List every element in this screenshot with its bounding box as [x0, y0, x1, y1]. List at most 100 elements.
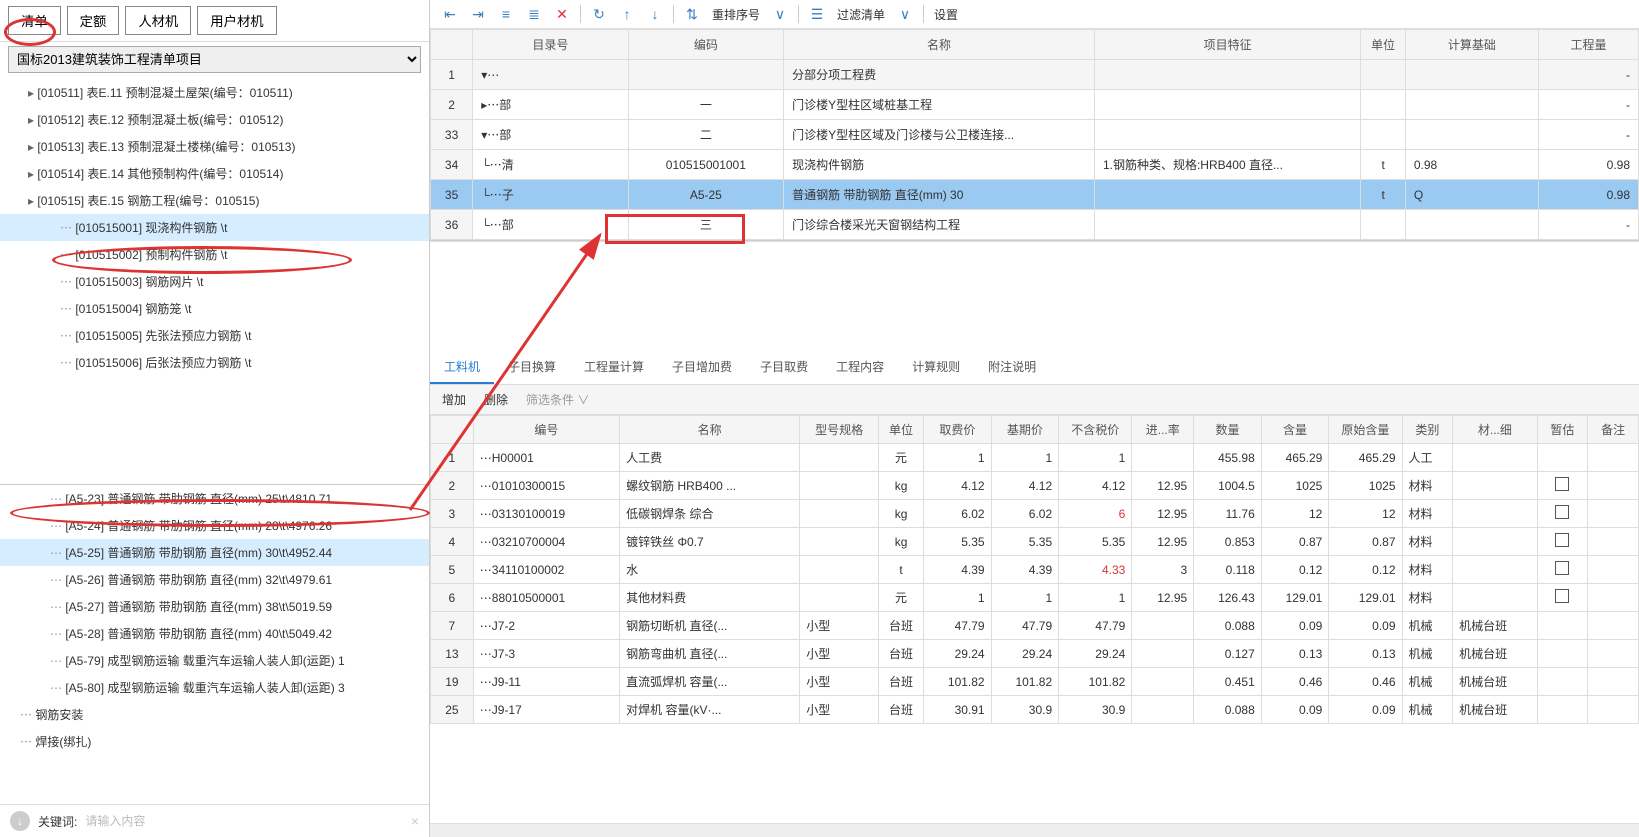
table-row[interactable]: 2▸⋯部一门诊楼Y型柱区域桩基工程- [431, 90, 1639, 120]
sub-tab[interactable]: 子目取费 [746, 351, 822, 384]
refresh-icon[interactable]: ↻ [589, 4, 609, 24]
table-row[interactable]: 25⋯J9-17对焊机 容量(kV·...小型台班30.9130.930.90.… [431, 696, 1639, 724]
tree-item[interactable]: [A5-25] 普通钢筋 带肋钢筋 直径(mm) 30\t\4952.44 [0, 539, 429, 566]
tree-item[interactable]: [010515006] 后张法预应力钢筋 \t [0, 349, 429, 376]
table-row[interactable]: 3⋯03130100019低碳钢焊条 综合kg6.026.02612.9511.… [431, 500, 1639, 528]
standard-select[interactable]: 国标2013建筑装饰工程清单项目 [8, 46, 421, 73]
outdent-icon[interactable]: ≡ [496, 4, 516, 24]
checkbox-cell[interactable] [1537, 556, 1588, 584]
filter-button[interactable]: 过滤清单 [835, 6, 887, 23]
delete-button[interactable]: 删除 [484, 391, 508, 408]
tree-item[interactable]: [A5-24] 普通钢筋 带肋钢筋 直径(mm) 28\t\4976.26 [0, 512, 429, 539]
column-header[interactable]: 基期价 [991, 416, 1059, 444]
column-header[interactable]: 原始含量 [1329, 416, 1402, 444]
tree-item[interactable]: [010515004] 钢筋笼 \t [0, 295, 429, 322]
checkbox-cell[interactable] [1537, 472, 1588, 500]
list-icon[interactable]: ≣ [524, 4, 544, 24]
sub-tab[interactable]: 子目增加费 [658, 351, 746, 384]
column-header[interactable] [431, 30, 473, 60]
reorder-button[interactable]: 重排序号 [710, 6, 762, 23]
checkbox-cell[interactable] [1537, 668, 1588, 696]
checkbox-cell[interactable] [1537, 612, 1588, 640]
tab-resource[interactable]: 人材机 [125, 6, 191, 35]
sub-tab[interactable]: 计算规则 [898, 351, 974, 384]
table-row[interactable]: 33▾⋯部二门诊楼Y型柱区域及门诊楼与公卫楼连接...- [431, 120, 1639, 150]
tree-item[interactable]: [A5-80] 成型钢筋运输 载重汽车运输人装人卸(运距) 3 [0, 674, 429, 701]
tree-item[interactable]: [A5-23] 普通钢筋 带肋钢筋 直径(mm) 25\t\4810.71 [0, 485, 429, 512]
indent-right-icon[interactable]: ⇥ [468, 4, 488, 24]
tree-item[interactable]: [010515001] 现浇构件钢筋 \t [0, 214, 429, 241]
tree-item[interactable]: 钢筋安装 [0, 701, 429, 728]
column-header[interactable]: 进...率 [1132, 416, 1194, 444]
tree-item[interactable]: [010514] 表E.14 其他预制构件(编号：010514) [0, 160, 429, 187]
tree-item[interactable]: [A5-28] 普通钢筋 带肋钢筋 直径(mm) 40\t\5049.42 [0, 620, 429, 647]
catalog-tree[interactable]: [010511] 表E.11 预制混凝土屋架(编号：010511)[010512… [0, 77, 429, 484]
column-header[interactable]: 型号规格 [800, 416, 879, 444]
filter-condition-button[interactable]: 筛选条件 ∨ [526, 391, 589, 408]
sub-tab[interactable]: 子目换算 [494, 351, 570, 384]
table-row[interactable]: 35└⋯子A5-25普通钢筋 带肋钢筋 直径(mm) 30tQ0.98 [431, 180, 1639, 210]
chevron-down-icon[interactable]: ∨ [895, 4, 915, 24]
table-row[interactable]: 4⋯03210700004镀锌铁丝 Φ0.7kg5.355.355.3512.9… [431, 528, 1639, 556]
tab-user-resource[interactable]: 用户材机 [197, 6, 276, 35]
locate-icon[interactable]: ↓ [10, 811, 30, 831]
sub-tab[interactable]: 附注说明 [974, 351, 1050, 384]
tree-item[interactable]: [010511] 表E.11 预制混凝土屋架(编号：010511) [0, 79, 429, 106]
table-row[interactable]: 13⋯J7-3钢筋弯曲机 直径(...小型台班29.2429.2429.240.… [431, 640, 1639, 668]
tree-item[interactable]: [A5-27] 普通钢筋 带肋钢筋 直径(mm) 38\t\5019.59 [0, 593, 429, 620]
column-header[interactable]: 暂估 [1537, 416, 1588, 444]
checkbox-cell[interactable] [1537, 500, 1588, 528]
tree-item[interactable]: [010515002] 预制构件钢筋 \t [0, 241, 429, 268]
tree-item[interactable]: [010512] 表E.12 预制混凝土板(编号：010512) [0, 106, 429, 133]
quota-tree[interactable]: [A5-23] 普通钢筋 带肋钢筋 直径(mm) 25\t\4810.71[A5… [0, 484, 429, 804]
filter-icon[interactable]: ☰ [807, 4, 827, 24]
column-header[interactable]: 单位 [879, 416, 924, 444]
column-header[interactable]: 工程量 [1539, 30, 1639, 60]
column-header[interactable]: 名称 [620, 416, 800, 444]
column-header[interactable]: 目录号 [473, 30, 628, 60]
column-header[interactable]: 备注 [1588, 416, 1639, 444]
table-row[interactable]: 1▾⋯分部分项工程费- [431, 60, 1639, 90]
table-row[interactable]: 5⋯34110100002水t4.394.394.3330.1180.120.1… [431, 556, 1639, 584]
tree-item[interactable]: [010515] 表E.15 钢筋工程(编号：010515) [0, 187, 429, 214]
checkbox-cell[interactable] [1537, 640, 1588, 668]
checkbox-cell[interactable] [1537, 696, 1588, 724]
column-header[interactable] [431, 416, 474, 444]
delete-icon[interactable]: ✕ [552, 4, 572, 24]
up-icon[interactable]: ↑ [617, 4, 637, 24]
sub-tab[interactable]: 工程内容 [822, 351, 898, 384]
tree-item[interactable]: [A5-79] 成型钢筋运输 载重汽车运输人装人卸(运距) 1 [0, 647, 429, 674]
sub-tab[interactable]: 工料机 [430, 351, 494, 384]
tree-item[interactable]: 焊接(绑扎) [0, 728, 429, 755]
tab-list[interactable]: 清单 [8, 6, 61, 35]
column-header[interactable]: 含量 [1261, 416, 1329, 444]
column-header[interactable]: 不含税价 [1059, 416, 1132, 444]
table-row[interactable]: 19⋯J9-11直流弧焊机 容量(...小型台班101.82101.82101.… [431, 668, 1639, 696]
table-row[interactable]: 7⋯J7-2钢筋切断机 直径(...小型台班47.7947.7947.790.0… [431, 612, 1639, 640]
table-row[interactable]: 1⋯H00001人工费元111455.98465.29465.29人工 [431, 444, 1639, 472]
tree-item[interactable]: [010513] 表E.13 预制混凝土楼梯(编号：010513) [0, 133, 429, 160]
checkbox-cell[interactable] [1537, 584, 1588, 612]
table-row[interactable]: 34└⋯清010515001001现浇构件钢筋1.钢筋种类、规格:HRB400 … [431, 150, 1639, 180]
items-grid[interactable]: 目录号编码名称项目特征单位计算基础工程量1▾⋯分部分项工程费-2▸⋯部一门诊楼Y… [430, 29, 1639, 241]
column-header[interactable]: 计算基础 [1405, 30, 1538, 60]
column-header[interactable]: 项目特征 [1094, 30, 1360, 60]
tree-item[interactable]: [010515005] 先张法预应力钢筋 \t [0, 322, 429, 349]
sub-tab[interactable]: 工程量计算 [570, 351, 658, 384]
down-icon[interactable]: ↓ [645, 4, 665, 24]
indent-left-icon[interactable]: ⇤ [440, 4, 460, 24]
column-header[interactable]: 编号 [473, 416, 619, 444]
table-row[interactable]: 2⋯01010300015螺纹钢筋 HRB400 ...kg4.124.124.… [431, 472, 1639, 500]
settings-button[interactable]: 设置 [932, 6, 960, 23]
table-row[interactable]: 36└⋯部三门诊综合楼采光天窗钢结构工程- [431, 210, 1639, 240]
column-header[interactable]: 单位 [1361, 30, 1405, 60]
column-header[interactable]: 类别 [1402, 416, 1453, 444]
column-header[interactable]: 名称 [784, 30, 1095, 60]
keyword-input[interactable] [85, 814, 402, 828]
column-header[interactable]: 编码 [628, 30, 783, 60]
checkbox-cell[interactable] [1537, 444, 1588, 472]
checkbox-cell[interactable] [1537, 528, 1588, 556]
tree-item[interactable]: [A5-26] 普通钢筋 带肋钢筋 直径(mm) 32\t\4979.61 [0, 566, 429, 593]
sort-icon[interactable]: ⇅ [682, 4, 702, 24]
resource-grid[interactable]: 编号名称型号规格单位取费价基期价不含税价进...率数量含量原始含量类别材...细… [430, 415, 1639, 823]
